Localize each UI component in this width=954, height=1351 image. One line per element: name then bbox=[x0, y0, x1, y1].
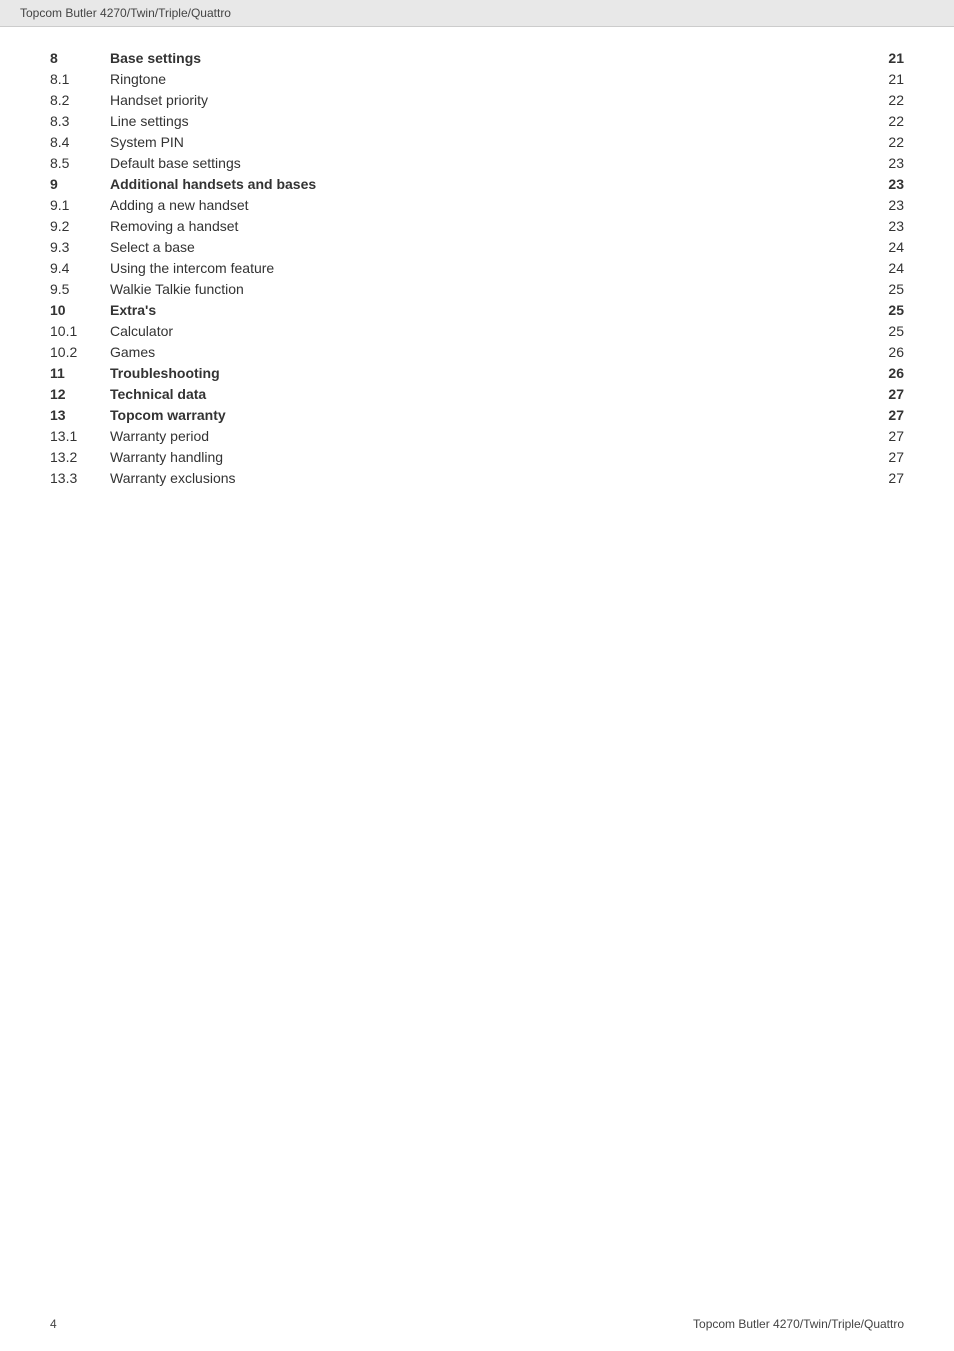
toc-row-number: 10.1 bbox=[50, 320, 110, 341]
toc-row: 13.3Warranty exclusions27 bbox=[50, 467, 904, 488]
toc-row-title: Warranty period bbox=[110, 425, 864, 446]
toc-row: 11Troubleshooting26 bbox=[50, 362, 904, 383]
toc-row: 9.4Using the intercom feature24 bbox=[50, 257, 904, 278]
toc-row-page: 25 bbox=[864, 278, 904, 299]
toc-row-page: 27 bbox=[864, 425, 904, 446]
toc-row: 9.3Select a base24 bbox=[50, 236, 904, 257]
toc-row-title: System PIN bbox=[110, 131, 864, 152]
toc-row: 8.2Handset priority22 bbox=[50, 89, 904, 110]
toc-row: 10Extra's25 bbox=[50, 299, 904, 320]
toc-row-number: 13.3 bbox=[50, 467, 110, 488]
toc-row-page: 23 bbox=[864, 152, 904, 173]
toc-row-page: 27 bbox=[864, 467, 904, 488]
toc-row-page: 24 bbox=[864, 236, 904, 257]
toc-row-title: Removing a handset bbox=[110, 215, 864, 236]
toc-row: 8Base settings21 bbox=[50, 47, 904, 68]
toc-row: 10.2Games26 bbox=[50, 341, 904, 362]
toc-row: 8.5Default base settings23 bbox=[50, 152, 904, 173]
content-area: 8Base settings218.1Ringtone218.2Handset … bbox=[0, 27, 954, 568]
toc-row-number: 13.2 bbox=[50, 446, 110, 467]
toc-row-number: 9.5 bbox=[50, 278, 110, 299]
toc-row-number: 8.4 bbox=[50, 131, 110, 152]
toc-row-title: Walkie Talkie function bbox=[110, 278, 864, 299]
toc-row-number: 13.1 bbox=[50, 425, 110, 446]
toc-row-number: 8 bbox=[50, 47, 110, 68]
toc-row-number: 9.3 bbox=[50, 236, 110, 257]
toc-row-title: Select a base bbox=[110, 236, 864, 257]
toc-row-title: Default base settings bbox=[110, 152, 864, 173]
toc-row: 9.2Removing a handset23 bbox=[50, 215, 904, 236]
toc-row-title: Line settings bbox=[110, 110, 864, 131]
footer: 4 Topcom Butler 4270/Twin/Triple/Quattro bbox=[0, 1317, 954, 1331]
toc-row-title: Handset priority bbox=[110, 89, 864, 110]
toc-row: 13.1Warranty period27 bbox=[50, 425, 904, 446]
toc-row-title: Extra's bbox=[110, 299, 864, 320]
toc-row: 9.1Adding a new handset23 bbox=[50, 194, 904, 215]
footer-page-number: 4 bbox=[50, 1317, 57, 1331]
toc-row: 10.1Calculator25 bbox=[50, 320, 904, 341]
toc-row-page: 22 bbox=[864, 89, 904, 110]
toc-row-title: Ringtone bbox=[110, 68, 864, 89]
toc-row: 8.1Ringtone21 bbox=[50, 68, 904, 89]
toc-row-page: 22 bbox=[864, 110, 904, 131]
toc-row-page: 21 bbox=[864, 68, 904, 89]
toc-row-number: 13 bbox=[50, 404, 110, 425]
toc-row-number: 8.3 bbox=[50, 110, 110, 131]
toc-row: 9.5Walkie Talkie function25 bbox=[50, 278, 904, 299]
footer-title: Topcom Butler 4270/Twin/Triple/Quattro bbox=[693, 1317, 904, 1331]
toc-row-page: 27 bbox=[864, 446, 904, 467]
toc-row-number: 9.4 bbox=[50, 257, 110, 278]
toc-row-title: Base settings bbox=[110, 47, 864, 68]
toc-row-title: Warranty handling bbox=[110, 446, 864, 467]
toc-table: 8Base settings218.1Ringtone218.2Handset … bbox=[50, 47, 904, 488]
toc-row-title: Topcom warranty bbox=[110, 404, 864, 425]
toc-row: 13Topcom warranty27 bbox=[50, 404, 904, 425]
toc-row-page: 22 bbox=[864, 131, 904, 152]
toc-row-number: 11 bbox=[50, 362, 110, 383]
toc-row-number: 8.5 bbox=[50, 152, 110, 173]
toc-row-page: 26 bbox=[864, 362, 904, 383]
toc-row-number: 9.2 bbox=[50, 215, 110, 236]
toc-row-number: 9 bbox=[50, 173, 110, 194]
header-title: Topcom Butler 4270/Twin/Triple/Quattro bbox=[20, 6, 231, 20]
toc-row-page: 23 bbox=[864, 215, 904, 236]
toc-row-title: Technical data bbox=[110, 383, 864, 404]
toc-row-page: 21 bbox=[864, 47, 904, 68]
toc-row-number: 12 bbox=[50, 383, 110, 404]
toc-row-title: Calculator bbox=[110, 320, 864, 341]
toc-row-number: 8.2 bbox=[50, 89, 110, 110]
toc-row-page: 24 bbox=[864, 257, 904, 278]
toc-row-number: 10 bbox=[50, 299, 110, 320]
toc-row-title: Additional handsets and bases bbox=[110, 173, 864, 194]
toc-row: 9Additional handsets and bases23 bbox=[50, 173, 904, 194]
toc-row-title: Warranty exclusions bbox=[110, 467, 864, 488]
toc-row: 12Technical data27 bbox=[50, 383, 904, 404]
toc-row-page: 26 bbox=[864, 341, 904, 362]
toc-row-title: Games bbox=[110, 341, 864, 362]
toc-row-page: 25 bbox=[864, 320, 904, 341]
toc-row: 8.4System PIN22 bbox=[50, 131, 904, 152]
header-bar: Topcom Butler 4270/Twin/Triple/Quattro bbox=[0, 0, 954, 27]
toc-row-number: 8.1 bbox=[50, 68, 110, 89]
toc-row-number: 9.1 bbox=[50, 194, 110, 215]
toc-row-page: 23 bbox=[864, 173, 904, 194]
toc-row-page: 23 bbox=[864, 194, 904, 215]
toc-row-title: Using the intercom feature bbox=[110, 257, 864, 278]
toc-row-title: Adding a new handset bbox=[110, 194, 864, 215]
toc-row: 13.2Warranty handling27 bbox=[50, 446, 904, 467]
toc-row-page: 27 bbox=[864, 404, 904, 425]
toc-row-page: 27 bbox=[864, 383, 904, 404]
toc-row-page: 25 bbox=[864, 299, 904, 320]
toc-row: 8.3Line settings22 bbox=[50, 110, 904, 131]
toc-row-number: 10.2 bbox=[50, 341, 110, 362]
toc-row-title: Troubleshooting bbox=[110, 362, 864, 383]
